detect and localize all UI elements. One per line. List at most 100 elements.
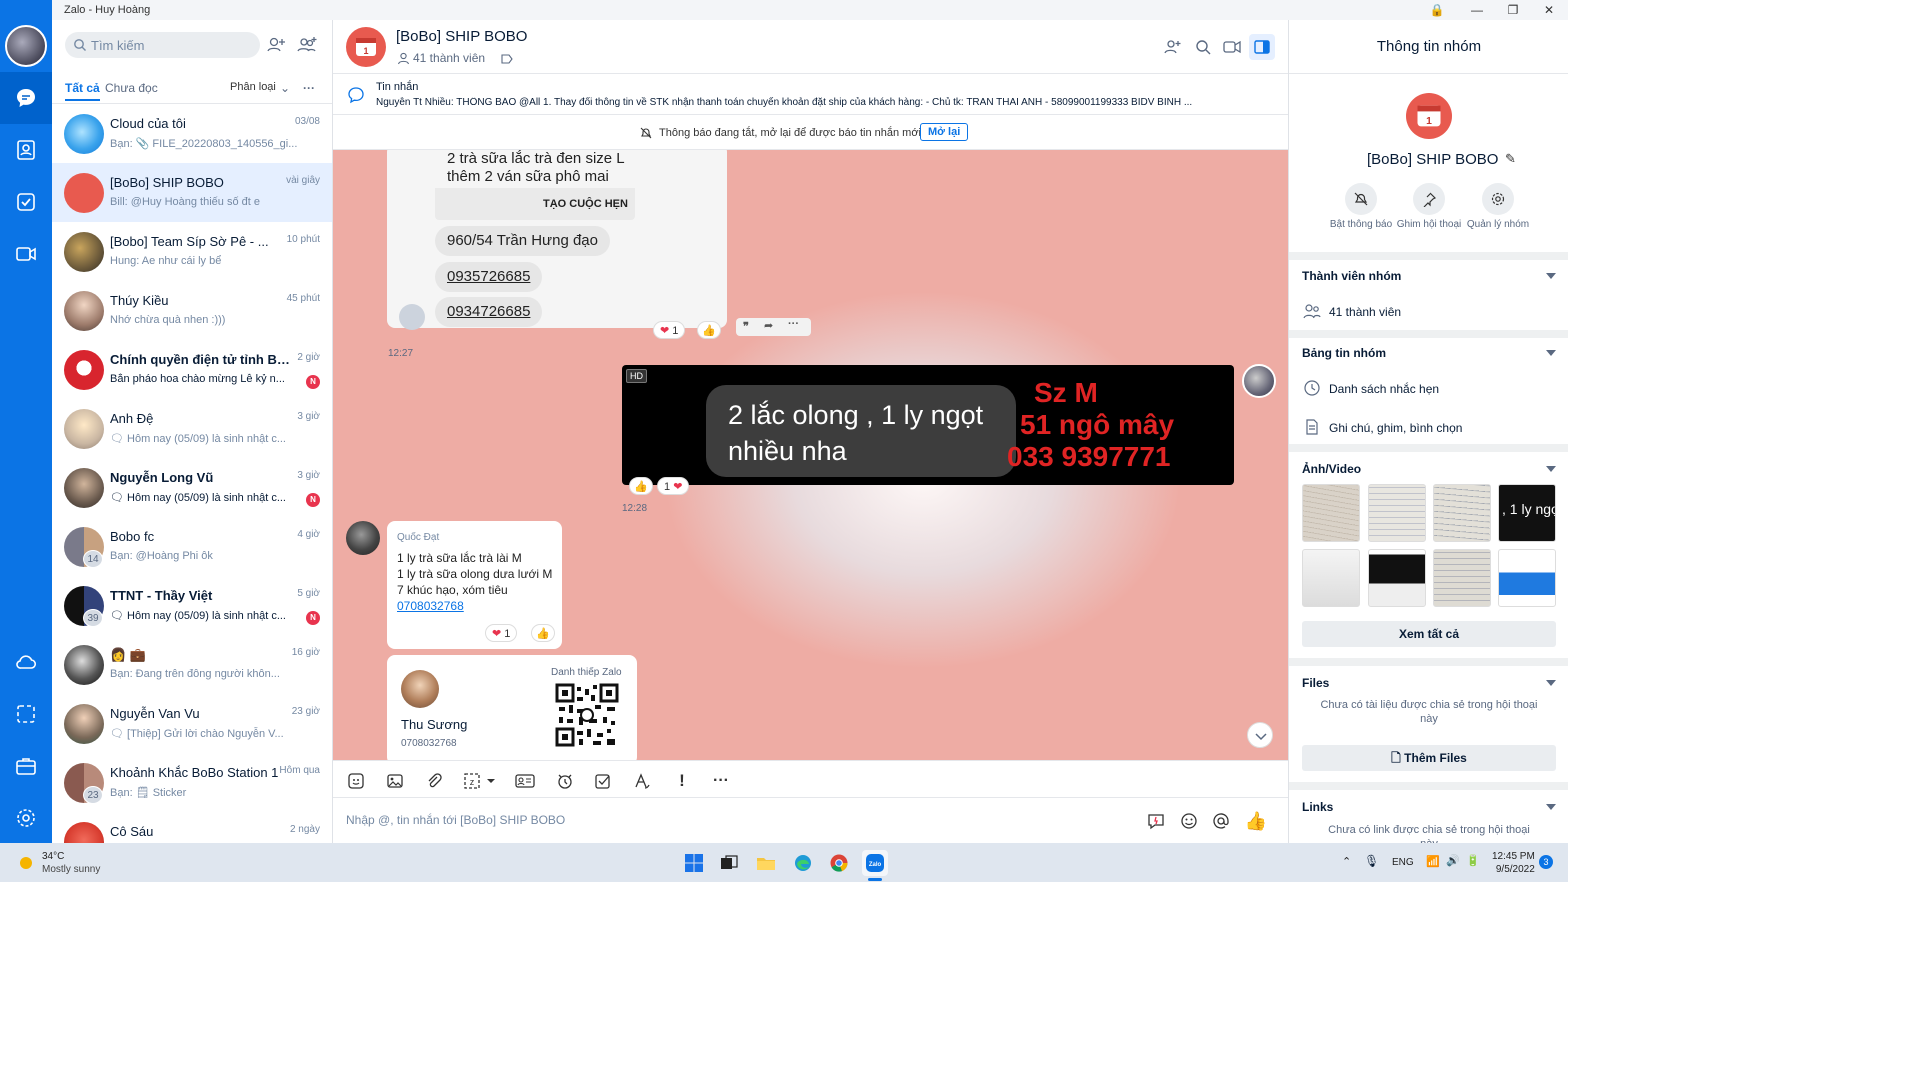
mention-icon[interactable]	[1210, 810, 1232, 832]
conversation-avatar[interactable]	[64, 468, 104, 508]
chevron-up-icon[interactable]: ⌃	[1342, 855, 1351, 868]
contacts-nav[interactable]	[0, 124, 52, 176]
phone-link[interactable]: 0935726685	[435, 262, 543, 292]
conversation-item[interactable]: Khoảnh Khắc BoBo Station 1 Bạn: 🗒 Sticker…	[52, 753, 332, 812]
notification-count-badge[interactable]: 3	[1539, 855, 1553, 869]
search-chat-button[interactable]	[1190, 34, 1216, 60]
close-button[interactable]: ✕	[1538, 2, 1560, 18]
conversation-item[interactable]: Thúy Kiều Nhớ chừa quà nhen :))) 45 phút	[52, 281, 332, 340]
chevron-down-icon[interactable]	[1546, 466, 1556, 472]
chevron-down-icon[interactable]	[1546, 350, 1556, 356]
chevron-down-icon[interactable]	[1546, 804, 1556, 810]
clock[interactable]: 12:45 PM 9/5/2022	[1492, 850, 1535, 876]
battery-icon[interactable]: 🔋	[1466, 854, 1480, 867]
tab-all[interactable]: Tất cả	[65, 81, 100, 101]
conversation-item[interactable]: Anh Đệ 🗨 Hôm nay (05/09) là sinh nhật c..…	[52, 399, 332, 458]
quick-message-icon[interactable]	[1145, 810, 1167, 832]
reminders-link[interactable]: Danh sách nhắc hẹn	[1329, 382, 1439, 396]
weather-condition[interactable]: Mostly sunny	[42, 864, 100, 875]
message-bubble[interactable]: Quốc Đạt 1 ly trà sữa lắc trà lài M 1 ly…	[387, 521, 562, 649]
message-card[interactable]: 2 trà sữa lắc trà đen size L thêm 2 ván …	[387, 150, 727, 330]
task-view-button[interactable]	[716, 850, 742, 876]
edit-icon[interactable]: ✎	[1505, 151, 1516, 167]
conversation-item[interactable]: [Bobo] Team Síp Sờ Pê - ... Hung: Ae như …	[52, 222, 332, 281]
media-thumbnail[interactable]	[1302, 484, 1360, 542]
todo-nav[interactable]	[0, 176, 52, 228]
user-avatar[interactable]	[5, 25, 47, 67]
chevron-down-icon[interactable]: ⌄	[280, 81, 290, 95]
like-icon[interactable]: 👍	[629, 477, 653, 495]
attachment-icon[interactable]	[423, 770, 445, 792]
business-card-icon[interactable]	[514, 770, 536, 792]
video-message[interactable]: HD 2 lắc olong , 1 ly ngọt nhiều nha Sz …	[622, 365, 1234, 485]
create-group-icon[interactable]	[296, 34, 318, 56]
conversation-item[interactable]: Chính quyền điện tử tỉnh Bìn... Bắn pháo …	[52, 340, 332, 399]
conversation-item[interactable]: TTNT - Thầy Việt 🗨 Hôm nay (05/09) là sin…	[52, 576, 332, 635]
sender-avatar[interactable]	[399, 304, 425, 330]
mute-notifications-button[interactable]: Bật thông báo	[1326, 183, 1396, 230]
media-thumbnail[interactable]	[1433, 549, 1491, 607]
my-avatar[interactable]	[1242, 364, 1276, 398]
chevron-down-icon[interactable]	[1546, 680, 1556, 686]
file-explorer-button[interactable]	[753, 850, 779, 876]
screenshot-icon[interactable]: z	[462, 770, 500, 792]
message-input[interactable]: Nhập @, tin nhắn tới [BoBo] SHIP BOBO	[346, 813, 565, 827]
format-text-icon[interactable]	[631, 770, 653, 792]
language-indicator[interactable]: ENG	[1392, 857, 1414, 868]
start-button[interactable]	[681, 850, 707, 876]
zalo-taskbar-button[interactable]: Zalo	[862, 850, 888, 876]
minimize-button[interactable]: —	[1466, 2, 1488, 18]
thumbs-up-icon[interactable]: 👍	[1245, 810, 1267, 832]
media-thumbnail[interactable]: , 1 ly ngọt	[1498, 484, 1556, 542]
group-avatar[interactable]: 1	[1406, 93, 1452, 139]
files-section-title[interactable]: Files	[1302, 676, 1329, 690]
messages-nav[interactable]	[0, 72, 52, 124]
more-icon[interactable]: ···	[710, 770, 732, 792]
sun-icon[interactable]	[16, 853, 36, 873]
media-thumbnail[interactable]	[1302, 549, 1360, 607]
conversation-avatar[interactable]	[64, 409, 104, 449]
chat-title[interactable]: [BoBo] SHIP BOBO	[396, 28, 527, 45]
conversation-item[interactable]: Bobo fc Bạn: @Hoàng Phi ôk 4 giờ 14	[52, 517, 332, 576]
address-chip[interactable]: 960/54 Trần Hưng đạo	[435, 226, 610, 256]
create-appointment-button[interactable]: TẠO CUỘC HẸN	[543, 198, 628, 210]
add-friend-icon[interactable]	[265, 34, 287, 56]
conversation-item[interactable]: Nguyễn Van Vu 🗨 [Thiệp] Gửi lời chào Nguy…	[52, 694, 332, 753]
conversation-avatar[interactable]	[64, 645, 104, 685]
phone-link[interactable]: 0934726685	[435, 297, 543, 327]
volume-icon[interactable]: 🔊	[1446, 854, 1460, 867]
conversation-avatar[interactable]	[64, 232, 104, 272]
settings-nav[interactable]	[0, 792, 52, 844]
quote-icon[interactable]: ❞	[743, 320, 749, 333]
search-box[interactable]: Tìm kiếm	[65, 32, 260, 58]
image-icon[interactable]	[384, 770, 406, 792]
reaction-heart[interactable]: ❤ 1	[653, 321, 686, 339]
conversation-avatar[interactable]	[64, 114, 104, 154]
weather-temp[interactable]: 34°C	[42, 851, 64, 862]
urgent-icon[interactable]: !	[671, 770, 693, 792]
conversation-item[interactable]: Nguyễn Long Vũ 🗨 Hôm nay (05/09) là sinh …	[52, 458, 332, 517]
forward-icon[interactable]: ➦	[764, 319, 773, 332]
group-avatar[interactable]: 1	[346, 27, 386, 67]
conversation-avatar[interactable]	[64, 704, 104, 744]
add-member-button[interactable]	[1160, 34, 1186, 60]
media-thumbnail[interactable]	[1433, 484, 1491, 542]
contact-avatar[interactable]	[401, 670, 439, 708]
media-thumbnail[interactable]	[1498, 549, 1556, 607]
conversation-item[interactable]: 👩 💼 Bạn: Đang trên đông người khôn... 16 g…	[52, 635, 332, 694]
tag-icon[interactable]	[501, 54, 513, 64]
business-card[interactable]: Danh thiếp Zalo Thu Sương 0708032768	[387, 655, 637, 760]
message-list[interactable]: 2 trà sữa lắc trà đen size L thêm 2 ván …	[333, 150, 1288, 760]
sender-avatar[interactable]	[346, 521, 380, 555]
phone-link[interactable]: 0708032768	[397, 599, 464, 613]
edge-button[interactable]	[790, 850, 816, 876]
like-icon[interactable]: 👍	[697, 321, 721, 339]
lock-icon[interactable]: 🔒	[1426, 2, 1448, 18]
message-composer[interactable]: Nhập @, tin nhắn tới [BoBo] SHIP BOBO 👍	[333, 798, 1288, 843]
conversation-item[interactable]: Cô Sáu 2 ngày	[52, 812, 332, 843]
board-section-title[interactable]: Bảng tin nhóm	[1302, 346, 1386, 360]
toggle-info-panel-button[interactable]	[1249, 34, 1275, 60]
task-icon[interactable]	[592, 770, 614, 792]
pinned-message-bar[interactable]: Tin nhắn Nguyễn Tt Nhiều: THÔNG BÁO @All…	[333, 75, 1288, 115]
members-count[interactable]: 41 thành viên	[1329, 305, 1401, 319]
